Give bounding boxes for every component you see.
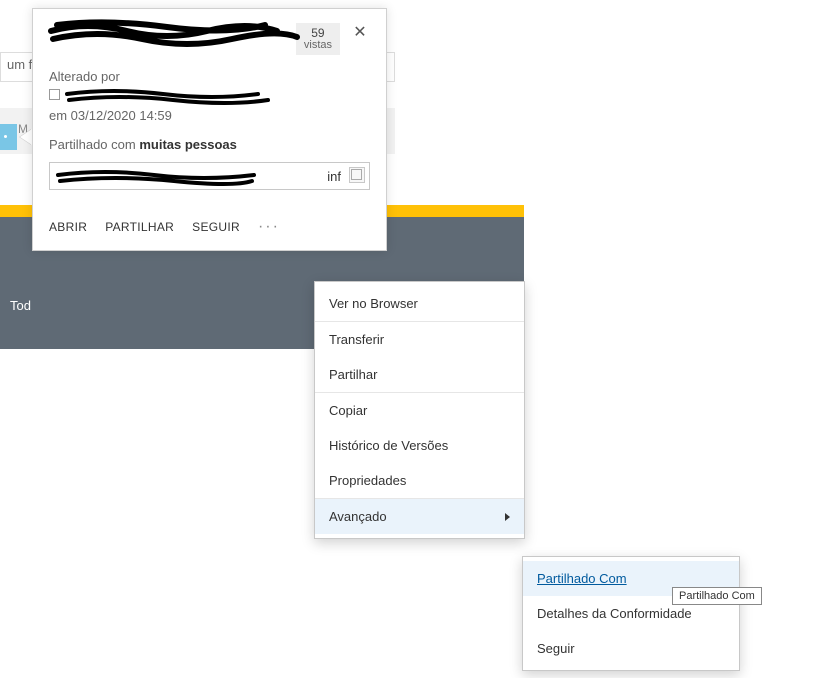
menu-copy[interactable]: Copiar [315, 392, 524, 428]
chevron-right-icon [505, 513, 510, 521]
checkbox-icon[interactable] [49, 89, 60, 100]
close-button[interactable]: ✕ [350, 23, 370, 43]
submenu-follow[interactable]: Seguir [523, 631, 739, 666]
open-button[interactable]: ABRIR [49, 220, 87, 234]
menu-download[interactable]: Transferir [315, 321, 524, 357]
menu-advanced-label: Avançado [329, 509, 387, 524]
shared-count: muitas pessoas [139, 137, 237, 152]
context-menu: Ver no Browser Transferir Partilhar Copi… [314, 281, 525, 539]
item-title [49, 23, 296, 49]
advanced-submenu: Partilhado Com Detalhes da Conformidade … [522, 556, 740, 671]
menu-share[interactable]: Partilhar [315, 357, 524, 392]
modified-date: em 03/12/2020 14:59 [49, 108, 370, 123]
shared-summary: Partilhado com muitas pessoas [49, 137, 370, 152]
altered-by-value [49, 86, 370, 108]
share-url-field[interactable]: inf [49, 162, 370, 190]
menu-properties[interactable]: Propriedades [315, 463, 524, 498]
altered-by-label: Alterado por [49, 69, 370, 84]
menu-version-history[interactable]: Histórico de Versões [315, 428, 524, 463]
copy-url-icon[interactable] [349, 167, 365, 183]
menu-advanced[interactable]: Avançado [315, 498, 524, 534]
follow-button[interactable]: SEGUIR [192, 220, 240, 234]
callout-actions: ABRIR PARTILHAR SEGUIR ··· [49, 202, 370, 250]
shared-prefix: Partilhado com [49, 137, 139, 152]
row-selection-handle[interactable] [0, 124, 17, 150]
tooltip: Partilhado Com [672, 587, 762, 605]
share-button[interactable]: PARTILHAR [105, 220, 174, 234]
item-callout: 59 vistas ✕ Alterado por em 03/12/2020 1… [32, 8, 387, 251]
url-suffix: inf [327, 169, 341, 184]
views-badge: 59 vistas [296, 23, 340, 55]
more-actions-button[interactable]: ··· [258, 218, 280, 236]
menu-view-in-browser[interactable]: Ver no Browser [315, 286, 524, 321]
callout-pointer [20, 129, 32, 145]
